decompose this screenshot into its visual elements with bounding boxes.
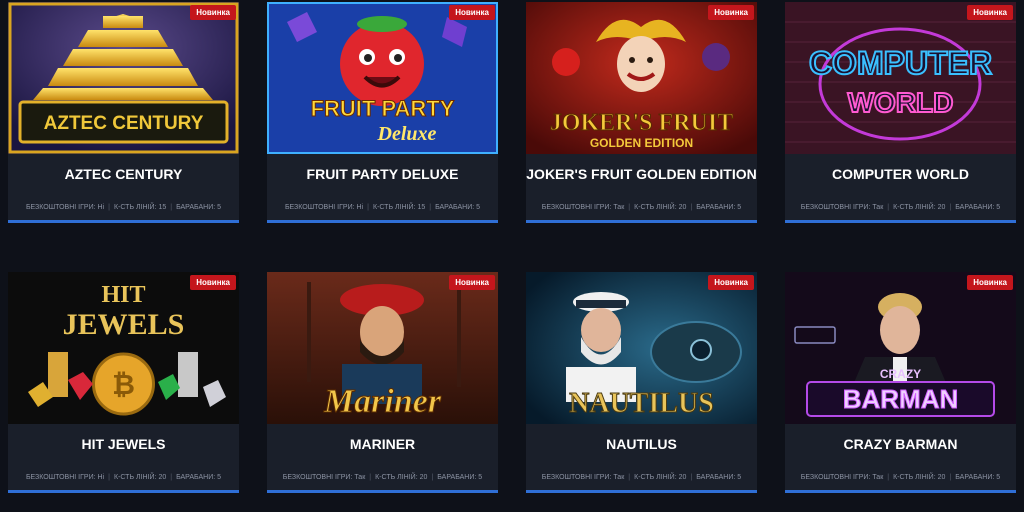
art-title: FRUIT PARTY	[311, 96, 455, 121]
free-games-info: БЕЗКОШТОВНІ ІГРИ: Так	[541, 473, 625, 481]
svg-text:₿: ₿	[112, 369, 135, 400]
reels-info: БАРАБАНИ: 5	[696, 203, 742, 211]
game-title[interactable]: NAUTILUS	[526, 424, 757, 464]
game-card-hit-jewels[interactable]: HIT JEWELS ₿ Новинка HIT JEWELS БЕЗКОШТО…	[8, 272, 239, 493]
game-thumbnail[interactable]: CRAZY BARMAN Новинка	[785, 272, 1016, 424]
art-title: COMPUTER	[809, 45, 992, 81]
art-subtitle: Deluxe	[377, 123, 437, 145]
lines-info: К-СТЬ ЛІНІЙ: 15	[113, 203, 167, 211]
game-title[interactable]: MARINER	[267, 424, 498, 464]
game-title[interactable]: COMPUTER WORLD	[785, 154, 1016, 194]
free-games-info: БЕЗКОШТОВНІ ІГРИ: Ні	[25, 203, 105, 211]
art-title: Mariner	[323, 383, 442, 420]
reels-info: БАРАБАНИ: 5	[176, 473, 222, 481]
new-badge: Новинка	[449, 275, 495, 290]
game-meta: БЕЗКОШТОВНІ ІГРИ: Так | К-СТЬ ЛІНІЙ: 20 | …	[800, 473, 1001, 481]
lines-info: К-СТЬ ЛІНІЙ: 20	[634, 473, 687, 481]
game-title[interactable]: CRAZY BARMAN	[785, 424, 1016, 464]
new-badge: Новинка	[190, 5, 236, 20]
game-card-crazy-barman[interactable]: CRAZY BARMAN Новинка CRAZY BARMAN БЕЗКОШ…	[785, 272, 1016, 493]
art-subtitle: CRAZY	[880, 367, 921, 381]
game-meta: БЕЗКОШТОВНІ ІГРИ: Ні | К-СТЬ ЛІНІЙ: 15 | Б…	[284, 203, 481, 211]
lines-info: К-СТЬ ЛІНІЙ: 15	[372, 203, 426, 211]
reels-info: БАРАБАНИ: 5	[955, 203, 1001, 211]
free-games-info: БЕЗКОШТОВНІ ІГРИ: Так	[800, 473, 884, 481]
lines-info: К-СТЬ ЛІНІЙ: 20	[893, 473, 946, 481]
game-thumbnail[interactable]: Mariner Новинка	[267, 272, 498, 424]
game-title[interactable]: JOKER'S FRUIT GOLDEN EDITION	[526, 154, 757, 194]
game-meta: БЕЗКОШТОВНІ ІГРИ: Ні | К-СТЬ ЛІНІЙ: 15 | Б…	[25, 203, 222, 211]
free-games-info: БЕЗКОШТОВНІ ІГРИ: Так	[800, 203, 884, 211]
game-title[interactable]: HIT JEWELS	[8, 424, 239, 464]
game-thumbnail[interactable]: FRUIT PARTY Deluxe Новинка	[267, 2, 498, 154]
game-thumbnail[interactable]: JOKER'S FRUIT GOLDEN EDITION Новинка	[526, 2, 757, 154]
game-meta: БЕЗКОШТОВНІ ІГРИ: Так | К-СТЬ ЛІНІЙ: 20 | …	[541, 473, 742, 481]
art-subtitle: GOLDEN EDITION	[590, 136, 693, 150]
game-card-computer-world[interactable]: COMPUTER WORLD Новинка COMPUTER WORLD БЕ…	[785, 2, 1016, 223]
new-badge: Новинка	[190, 275, 236, 290]
art-title: NAUTILUS	[569, 388, 714, 419]
game-meta: БЕЗКОШТОВНІ ІГРИ: Так | К-СТЬ ЛІНІЙ: 20 | …	[282, 473, 483, 481]
new-badge: Новинка	[708, 275, 754, 290]
lines-info: К-СТЬ ЛІНІЙ: 20	[113, 473, 167, 481]
game-thumbnail[interactable]: COMPUTER WORLD Новинка	[785, 2, 1016, 154]
games-grid: AZTEC CENTURY Новинка AZTEC CENTURY БЕЗК…	[0, 0, 1024, 512]
free-games-info: БЕЗКОШТОВНІ ІГРИ: Ні	[25, 473, 105, 481]
lines-info: К-СТЬ ЛІНІЙ: 20	[893, 203, 946, 211]
reels-info: БАРАБАНИ: 5	[176, 203, 222, 211]
reels-info: БАРАБАНИ: 5	[435, 203, 481, 211]
new-badge: Новинка	[708, 5, 754, 20]
new-badge: Новинка	[967, 275, 1013, 290]
art-title: AZTEC CENTURY	[44, 113, 204, 134]
game-title[interactable]: AZTEC CENTURY	[8, 154, 239, 194]
reels-info: БАРАБАНИ: 5	[437, 473, 483, 481]
new-badge: Новинка	[967, 5, 1013, 20]
new-badge: Новинка	[449, 5, 495, 20]
game-card-fruit-party-deluxe[interactable]: FRUIT PARTY Deluxe Новинка FRUIT PARTY D…	[267, 2, 498, 223]
game-card-nautilus[interactable]: NAUTILUS Новинка NAUTILUS БЕЗКОШТОВНІ ІГ…	[526, 272, 757, 493]
lines-info: К-СТЬ ЛІНІЙ: 20	[375, 473, 428, 481]
game-thumbnail[interactable]: HIT JEWELS ₿ Новинка	[8, 272, 239, 424]
game-thumbnail[interactable]: NAUTILUS Новинка	[526, 272, 757, 424]
art-title: JOKER'S FRUIT	[550, 110, 733, 136]
art-title: BARMAN	[843, 384, 959, 414]
game-meta: БЕЗКОШТОВНІ ІГРИ: Так | К-СТЬ ЛІНІЙ: 20 | …	[541, 203, 742, 211]
game-card-mariner[interactable]: Mariner Новинка MARINER БЕЗКОШТОВНІ ІГРИ…	[267, 272, 498, 493]
reels-info: БАРАБАНИ: 5	[955, 473, 1001, 481]
lines-info: К-СТЬ ЛІНІЙ: 20	[634, 203, 687, 211]
game-meta: БЕЗКОШТОВНІ ІГРИ: Так | К-СТЬ ЛІНІЙ: 20 | …	[800, 203, 1001, 211]
art-subtitle: WORLD	[848, 87, 954, 118]
game-title[interactable]: FRUIT PARTY DELUXE	[267, 154, 498, 194]
game-card-aztec-century[interactable]: AZTEC CENTURY Новинка AZTEC CENTURY БЕЗК…	[8, 2, 239, 223]
game-meta: БЕЗКОШТОВНІ ІГРИ: Ні | К-СТЬ ЛІНІЙ: 20 | Б…	[25, 473, 222, 481]
game-thumbnail[interactable]: AZTEC CENTURY Новинка	[8, 2, 239, 154]
free-games-info: БЕЗКОШТОВНІ ІГРИ: Так	[282, 473, 366, 481]
art-title: HIT	[101, 282, 145, 308]
free-games-info: БЕЗКОШТОВНІ ІГРИ: Так	[541, 203, 625, 211]
game-card-jokers-fruit[interactable]: JOKER'S FRUIT GOLDEN EDITION Новинка JOK…	[526, 2, 757, 223]
reels-info: БАРАБАНИ: 5	[696, 473, 742, 481]
free-games-info: БЕЗКОШТОВНІ ІГРИ: Ні	[284, 203, 364, 211]
art-subtitle: JEWELS	[63, 308, 185, 341]
